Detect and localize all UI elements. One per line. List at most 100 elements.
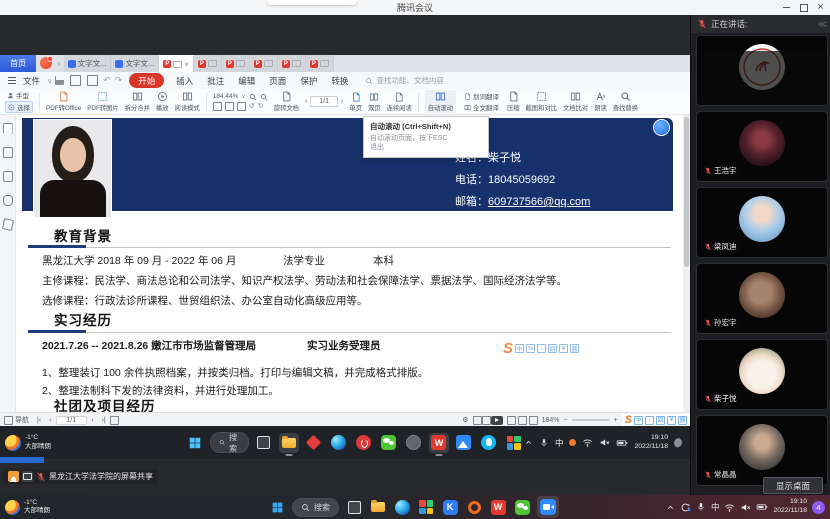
open-folder-icon[interactable]	[55, 76, 64, 85]
pdf-document-area[interactable]: 姓名：柴子悦 电话：18045059692 邮箱：609737566@qq.co…	[16, 115, 690, 412]
speaker-icon[interactable]	[599, 437, 610, 448]
page-fit-icon[interactable]	[482, 416, 491, 425]
fit-width-icon[interactable]	[507, 416, 516, 425]
tab-writer-doc-2[interactable]: 文字文...	[111, 55, 159, 72]
browser-app-button[interactable]	[454, 433, 474, 453]
rotate-doc-button[interactable]: 旋转文档	[274, 91, 299, 112]
menu-file[interactable]: 文件	[16, 75, 47, 87]
zoom-plus-icon[interactable]: +	[610, 417, 622, 424]
next-page-icon[interactable]: ›	[341, 98, 343, 105]
participant-tile[interactable]: 梁凤迪	[696, 187, 828, 258]
qq-button[interactable]	[479, 433, 499, 453]
task-view-button[interactable]	[345, 498, 363, 516]
notification-badge[interactable]: 4	[812, 501, 825, 514]
attachment-icon[interactable]	[3, 195, 13, 206]
sync-icon[interactable]	[680, 502, 691, 513]
maximize-icon[interactable]	[796, 1, 811, 14]
prev-page-icon[interactable]: ‹	[305, 98, 307, 105]
rotate-right-icon[interactable]: ↻	[258, 102, 264, 111]
bookmark-icon[interactable]	[3, 123, 13, 134]
wechat-button[interactable]	[513, 498, 531, 516]
share-banner[interactable]: 黑龙江大学法学院的屏幕共享	[3, 469, 158, 484]
tab-writer-doc-1[interactable]: 文字文...	[64, 55, 112, 72]
start-button[interactable]	[268, 498, 286, 516]
menu-protect[interactable]: 保护	[293, 75, 324, 87]
pdf-to-office-button[interactable]: PDF转Office	[46, 91, 81, 112]
weather-widget[interactable]: -1°C 大部晴朗	[0, 434, 70, 450]
tray-expand-icon[interactable]	[524, 438, 533, 447]
fit-page-icon[interactable]	[518, 416, 527, 425]
email-link[interactable]: 609737566@qq.com	[488, 196, 590, 208]
zoom-slider[interactable]	[572, 419, 610, 421]
signature-icon[interactable]	[1, 218, 13, 231]
participant-tile[interactable]: 孙宏宇	[696, 263, 828, 334]
mic-icon[interactable]	[696, 502, 706, 512]
tab-pdf-4[interactable]	[250, 55, 278, 72]
next-page-icon[interactable]: ›	[87, 417, 97, 424]
settings-gear-icon[interactable]: ⚙	[458, 416, 472, 424]
doc-compare-button[interactable]: 文档比对	[563, 91, 588, 112]
single-page-button[interactable]: 单页	[349, 92, 362, 112]
hamburger-icon[interactable]	[8, 80, 16, 81]
close-icon[interactable]	[813, 1, 828, 14]
wechat-button[interactable]	[379, 433, 399, 453]
scrollbar-thumb[interactable]	[684, 117, 689, 267]
find-replace-button[interactable]: 查找替换	[613, 91, 638, 112]
rotate-left-icon[interactable]: ↺	[249, 102, 255, 111]
store-button[interactable]	[504, 433, 524, 453]
file-explorer-button[interactable]	[369, 498, 387, 516]
tab-pdf-2[interactable]	[194, 55, 222, 72]
zoom-minus-icon[interactable]: −	[559, 417, 571, 424]
clock[interactable]: 19:10 2022/11/18	[634, 434, 668, 452]
start-button[interactable]	[185, 433, 205, 453]
tab-pdf-6[interactable]	[306, 55, 334, 72]
read-aloud-button[interactable]: 朗读	[594, 91, 607, 112]
edge-button[interactable]	[329, 433, 349, 453]
ime-indicator[interactable]: 中	[555, 437, 564, 449]
wps-app-button[interactable]	[429, 433, 449, 453]
notification-moon-icon[interactable]	[674, 438, 684, 448]
wps-logo-icon[interactable]	[40, 57, 52, 69]
comment-panel-icon[interactable]	[3, 171, 13, 182]
minimize-icon[interactable]	[779, 1, 794, 14]
store-button[interactable]	[417, 498, 435, 516]
first-page-icon[interactable]: |‹	[33, 417, 45, 424]
speaker-muted-icon[interactable]	[740, 502, 751, 513]
prev-page-icon[interactable]: ‹	[45, 417, 55, 424]
collapse-panel-icon[interactable]: ≪	[818, 19, 825, 30]
document-scrollbar[interactable]	[683, 115, 690, 412]
tab-pdf-3[interactable]	[222, 55, 250, 72]
autoscroll-button[interactable]: 自动滚动	[425, 90, 456, 113]
menu-convert[interactable]: 转换	[324, 75, 355, 87]
mini-icon[interactable]: 器	[678, 416, 687, 425]
tab-pin-icon[interactable]	[173, 61, 182, 68]
participant-tile[interactable]: 柴子悦	[696, 339, 828, 410]
tray-app-icon[interactable]	[569, 439, 576, 446]
thumbnail-icon[interactable]	[3, 147, 13, 158]
menu-edit[interactable]: 编辑	[231, 75, 262, 87]
zoom-in-icon[interactable]	[260, 93, 268, 101]
page-indicator[interactable]: 1/1	[310, 96, 338, 107]
save-icon[interactable]	[70, 75, 81, 86]
undo-icon[interactable]: ↶	[101, 75, 113, 86]
pdf-to-image-button[interactable]: PDF转图片	[87, 91, 119, 112]
ime-indicator[interactable]: 中	[711, 501, 720, 513]
tab-pdf-active[interactable]: ×	[159, 55, 194, 72]
participant-tile[interactable]: 常晶晶	[696, 415, 828, 486]
edge-button[interactable]	[393, 498, 411, 516]
read-mode-button[interactable]: 阅读模式	[175, 91, 200, 112]
task-view-button[interactable]	[254, 433, 274, 453]
music-app-button[interactable]	[354, 433, 374, 453]
clock[interactable]: 19:10 2022/11/18	[773, 498, 807, 516]
print-icon[interactable]	[87, 75, 98, 86]
tray-expand-icon[interactable]	[666, 503, 675, 512]
snapshot-compare-button[interactable]: 截图和对比	[526, 91, 557, 112]
slideshow-button[interactable]	[491, 416, 503, 425]
hand-tool-button[interactable]: 手型	[5, 90, 33, 100]
tab-pdf-5[interactable]	[278, 55, 306, 72]
zoom-out-icon[interactable]	[249, 93, 257, 101]
mini-icon[interactable]: ↓	[645, 416, 654, 425]
wifi-icon[interactable]	[724, 502, 735, 513]
wps-app-button[interactable]	[489, 498, 507, 516]
mic-icon[interactable]	[539, 438, 549, 448]
